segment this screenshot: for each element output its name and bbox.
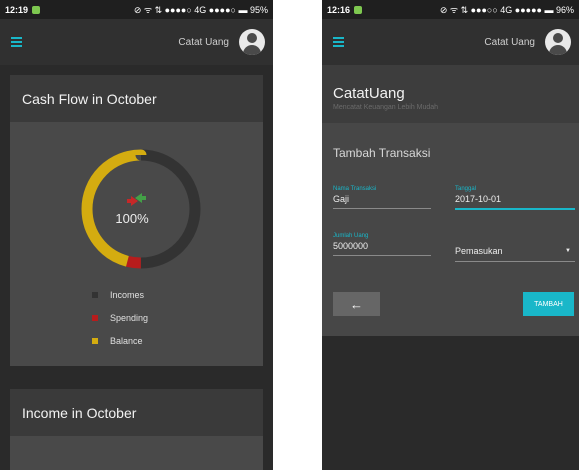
status-bar: 12:16 ⊘ ᯤ ⇅ ●●●○○ 4G ●●●●● ▬ 96%: [322, 0, 579, 19]
legend-item-incomes: Incomes: [92, 289, 148, 300]
transaction-type-select[interactable]: Pemasukan ▼: [455, 246, 575, 262]
legend-swatch: [92, 337, 98, 344]
legend-label: Spending: [110, 312, 149, 323]
status-indicators: ⊘ ᯤ ⇅ ●●●●○ 4G ●●●●○ ▬ 95%: [133, 5, 268, 15]
status-bar: 12:19 ⊘ ᯤ ⇅ ●●●●○ 4G ●●●●○ ▬ 95%: [0, 0, 273, 19]
brand-tagline: Mencatat Keuangan Lebih Mudah: [333, 104, 439, 111]
amount-field[interactable]: Jumlah Uang 5000000: [333, 233, 431, 256]
money-exchange-icon: [127, 193, 146, 206]
dropdown-caret-icon: ▼: [565, 248, 571, 254]
transaction-panel: CatatUang Mencatat Keuangan Lebih Mudah …: [322, 65, 579, 336]
phone-screen-add-transaction: 12:16 ⊘ ᯤ ⇅ ●●●○○ 4G ●●●●● ▬ 96% Catat U…: [322, 0, 579, 470]
arrow-left-icon: ←: [350, 296, 363, 312]
date-field[interactable]: Tanggal 2017-10-01: [455, 186, 575, 210]
app-title: Catat Uang: [484, 36, 535, 48]
income-card: Income in October: [10, 389, 263, 470]
status-time: 12:19: [5, 4, 29, 15]
transaction-name-field[interactable]: Nama Transaksi Gaji: [333, 186, 431, 209]
field-label: Jumlah Uang: [333, 233, 369, 239]
donut-center-label: 100%: [115, 211, 149, 226]
legend-swatch: [92, 314, 98, 321]
brand-title: CatatUang: [333, 85, 405, 102]
field-value[interactable]: 5000000: [333, 241, 431, 256]
add-transaction-form: Tambah Transaksi Nama Transaksi Gaji Tan…: [322, 123, 579, 336]
avatar[interactable]: [239, 29, 265, 55]
menu-icon[interactable]: [333, 37, 344, 47]
app-title: Catat Uang: [178, 36, 229, 48]
field-value[interactable]: Gaji: [333, 194, 431, 209]
form-title: Tambah Transaksi: [333, 146, 431, 160]
notification-icon: [32, 5, 41, 14]
field-value[interactable]: 2017-10-01: [455, 194, 575, 210]
menu-icon[interactable]: [11, 37, 22, 47]
back-button[interactable]: ←: [333, 292, 380, 316]
add-transaction-button[interactable]: TAMBAH: [523, 292, 574, 316]
status-time: 12:16: [327, 4, 351, 15]
select-value: Pemasukan: [455, 246, 503, 256]
app-bar: Catat Uang: [322, 19, 579, 65]
legend-item-spending: Spending: [92, 312, 148, 323]
field-label: Tanggal: [455, 186, 477, 192]
legend-label: Balance: [110, 335, 143, 346]
notification-icon: [354, 5, 363, 14]
status-indicators: ⊘ ᯤ ⇅ ●●●○○ 4G ●●●●● ▬ 96%: [439, 5, 574, 15]
phone-screen-cashflow: 12:19 ⊘ ᯤ ⇅ ●●●●○ 4G ●●●●○ ▬ 95% Catat U…: [0, 0, 273, 470]
cashflow-card: Cash Flow in October 100% Incomes Spendi…: [10, 75, 263, 366]
legend-item-balance: Balance: [92, 335, 148, 346]
chart-legend: Incomes Spending Balance: [92, 289, 148, 358]
app-bar: Catat Uang: [0, 19, 273, 65]
legend-swatch: [92, 291, 98, 298]
income-card-title: Income in October: [10, 389, 263, 436]
avatar[interactable]: [545, 29, 571, 55]
field-label: Nama Transaksi: [333, 186, 377, 192]
legend-label: Incomes: [110, 289, 145, 300]
cashflow-card-title: Cash Flow in October: [10, 75, 263, 122]
